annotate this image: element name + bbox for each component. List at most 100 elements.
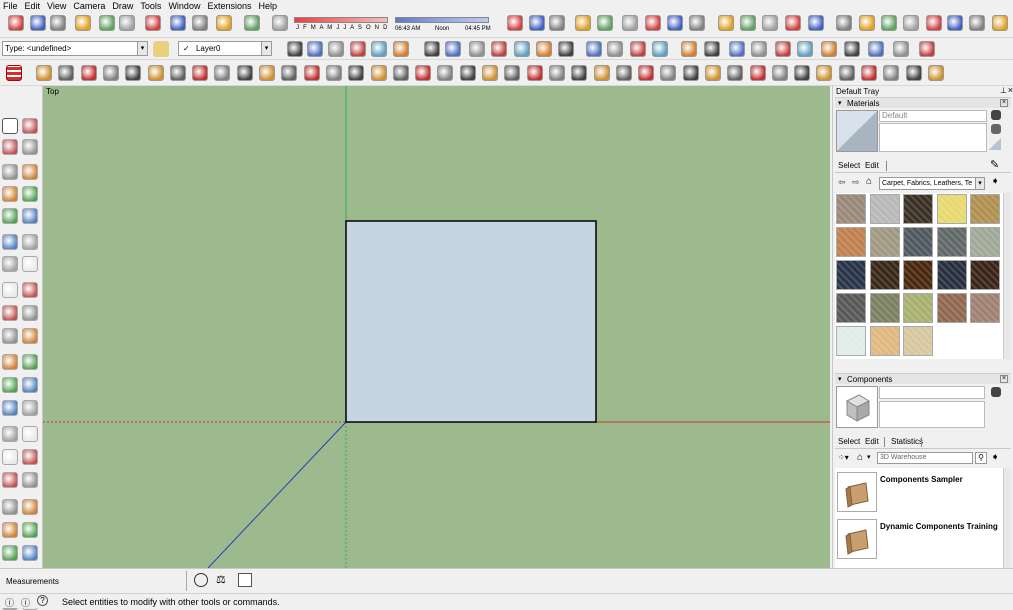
- material-swatch[interactable]: [836, 293, 866, 323]
- toolbar3-tool-icon[interactable]: [638, 65, 654, 81]
- toolbar2-tool-icon[interactable]: [775, 41, 791, 57]
- toolbar3-tool-icon[interactable]: [192, 65, 208, 81]
- toolbar2-tool-icon[interactable]: [729, 41, 745, 57]
- toolbar3-tool-icon[interactable]: [816, 65, 832, 81]
- toolbar3-tool-icon[interactable]: [928, 65, 944, 81]
- toolbar1-tool-icon[interactable]: [969, 15, 985, 31]
- rectangle-face[interactable]: [345, 220, 597, 423]
- materials-scrollbar[interactable]: [1003, 193, 1011, 359]
- toolbar3-tool-icon[interactable]: [81, 65, 97, 81]
- toolbar1-tool-icon[interactable]: [762, 15, 778, 31]
- tray-close-icon[interactable]: ×: [1008, 86, 1013, 95]
- home-icon[interactable]: ⌂: [857, 452, 863, 463]
- toolbar3-tool-icon[interactable]: [281, 65, 297, 81]
- component-search-input[interactable]: 3D Warehouse: [877, 452, 973, 464]
- display-secondary-icon[interactable]: [991, 387, 1001, 397]
- menu-file[interactable]: File: [0, 0, 22, 12]
- material-swatch[interactable]: [869, 326, 900, 356]
- toolbar2-tool-icon[interactable]: [328, 41, 344, 57]
- material-swatch[interactable]: [869, 227, 900, 257]
- toolbar1-tool-icon[interactable]: [808, 15, 824, 31]
- entity-type-dropdown[interactable]: Type: <undefined> ▾: [2, 41, 148, 56]
- time-slider[interactable]: [395, 17, 489, 23]
- toolbar2-tool-icon[interactable]: [607, 41, 623, 57]
- menu-tools[interactable]: Tools: [137, 0, 165, 12]
- drawing-tool-icon[interactable]: [2, 449, 18, 465]
- toolbar1-tool-icon[interactable]: [622, 15, 638, 31]
- toolbar1-tool-icon[interactable]: [947, 15, 963, 31]
- toolbar1-tool-icon[interactable]: [529, 15, 545, 31]
- toolbar2-tool-icon[interactable]: [704, 41, 720, 57]
- drawing-tool-icon[interactable]: [22, 472, 38, 488]
- toolbar2-tool-icon[interactable]: [844, 41, 860, 57]
- toolbar2-tool-icon[interactable]: [751, 41, 767, 57]
- toolbar3-tool-icon[interactable]: [148, 65, 164, 81]
- toolbar2-tool-icon[interactable]: [287, 41, 303, 57]
- material-swatch[interactable]: [903, 293, 933, 323]
- toolbar1-tool-icon[interactable]: [145, 15, 161, 31]
- default-material-icon[interactable]: [989, 138, 1001, 150]
- toolbar1-tool-icon[interactable]: [859, 15, 875, 31]
- details-arrow-icon[interactable]: ➧: [991, 452, 999, 463]
- credits-icon[interactable]: ⚖: [216, 573, 230, 587]
- material-swatch[interactable]: [836, 227, 866, 257]
- materials-tab-select[interactable]: Select: [838, 161, 860, 171]
- material-swatch[interactable]: [936, 293, 967, 323]
- materials-header[interactable]: ▾ Materials ×: [835, 97, 1011, 108]
- drawing-viewport[interactable]: Top: [43, 86, 830, 568]
- drawing-tool-icon[interactable]: [22, 545, 38, 561]
- material-swatch[interactable]: [970, 227, 1000, 257]
- toolbar3-tool-icon[interactable]: [750, 65, 766, 81]
- toolbar1-tool-icon[interactable]: [718, 15, 734, 31]
- toolbar3-tool-icon[interactable]: [772, 65, 788, 81]
- drawing-tool-icon[interactable]: [22, 118, 38, 134]
- drawing-tool-icon[interactable]: [2, 305, 18, 321]
- toolbar3-tool-icon[interactable]: [58, 65, 74, 81]
- time-settings[interactable]: 06:43 AM Noon 04:45 PM: [395, 14, 491, 32]
- toolbar2-tool-icon[interactable]: [424, 41, 440, 57]
- toolbar1-tool-icon[interactable]: [836, 15, 852, 31]
- eyedropper-icon[interactable]: ✎: [990, 158, 999, 171]
- material-swatch[interactable]: [936, 194, 967, 224]
- drawing-tool-icon[interactable]: [2, 472, 18, 488]
- toolbar2-tool-icon[interactable]: [491, 41, 507, 57]
- toolbar3-tool-icon[interactable]: [259, 65, 275, 81]
- toolbar2-tool-icon[interactable]: [681, 41, 697, 57]
- toolbar3-tool-icon[interactable]: [839, 65, 855, 81]
- drawing-tool-icon[interactable]: [22, 256, 38, 272]
- drawing-tool-icon[interactable]: [2, 139, 18, 155]
- components-tab-statistics[interactable]: Statistics: [891, 437, 923, 447]
- toolbar3-tool-icon[interactable]: [125, 65, 141, 81]
- material-swatch[interactable]: [903, 326, 933, 356]
- toolbar2-tool-icon[interactable]: [445, 41, 461, 57]
- material-library-dropdown[interactable]: Carpet, Fabrics, Leathers, Te ▾: [879, 177, 985, 190]
- toolbar3-tool-icon[interactable]: [103, 65, 119, 81]
- toolbar2-tool-icon[interactable]: [514, 41, 530, 57]
- drawing-tool-icon[interactable]: [2, 522, 18, 538]
- toolbar3-tool-icon[interactable]: [393, 65, 409, 81]
- forward-arrow-icon[interactable]: ⇨: [852, 177, 860, 188]
- menu-draw[interactable]: Draw: [109, 0, 137, 12]
- drawing-tool-icon[interactable]: [22, 354, 38, 370]
- toolbar1-tool-icon[interactable]: [903, 15, 919, 31]
- toolbar1-tool-icon[interactable]: [597, 15, 613, 31]
- drawing-tool-icon[interactable]: [22, 164, 38, 180]
- drawing-tool-icon[interactable]: [2, 499, 18, 515]
- toolbar2-tool-icon[interactable]: [558, 41, 574, 57]
- month-slider[interactable]: [294, 17, 388, 23]
- display-secondary-icon[interactable]: [991, 110, 1001, 120]
- toolbar1-tool-icon[interactable]: [192, 15, 208, 31]
- material-swatch[interactable]: [903, 227, 933, 257]
- toolbar3-tool-icon[interactable]: [437, 65, 453, 81]
- toolbar2-tool-icon[interactable]: [586, 41, 602, 57]
- toolbar1-tool-icon[interactable]: [689, 15, 705, 31]
- toolbar2-tool-icon[interactable]: [919, 41, 935, 57]
- components-close-icon[interactable]: ×: [1000, 375, 1008, 383]
- toolbar3-tool-icon[interactable]: [304, 65, 320, 81]
- material-swatch[interactable]: [903, 194, 933, 224]
- toolbar3-tool-icon[interactable]: [594, 65, 610, 81]
- drawing-tool-icon[interactable]: [2, 164, 18, 180]
- toolbar2-tool-icon[interactable]: [307, 41, 323, 57]
- material-swatch[interactable]: [836, 260, 866, 290]
- material-swatch[interactable]: [970, 293, 1000, 323]
